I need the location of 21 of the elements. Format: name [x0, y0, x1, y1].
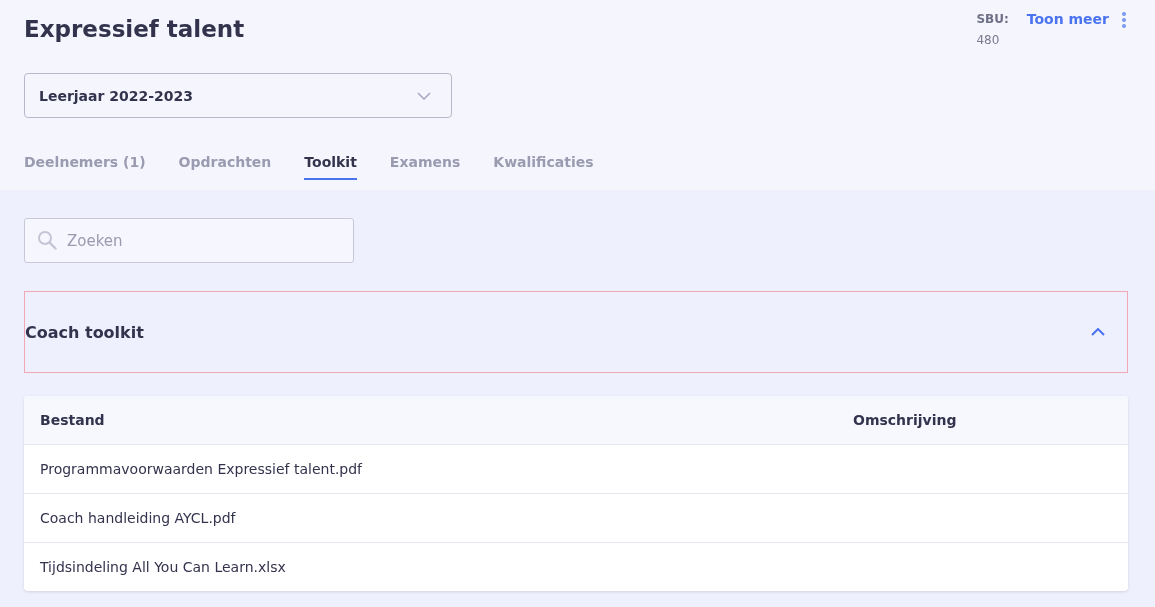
chevron-up-icon: [1091, 328, 1105, 336]
show-more-link[interactable]: Toon meer: [1026, 11, 1109, 27]
tab[interactable]: Toolkit: [304, 154, 357, 180]
tab[interactable]: Kwalificaties: [493, 154, 594, 180]
column-header: Bestand: [39, 412, 106, 428]
chevron-down-icon: [417, 91, 431, 100]
tab[interactable]: Opdrachten: [178, 154, 272, 180]
section-title: Coach toolkit: [25, 322, 144, 342]
sbu-value: 480: [976, 33, 1001, 47]
page-title: Expressief talent: [24, 16, 245, 42]
tab[interactable]: Examens: [389, 154, 461, 180]
sbu-label: SBU:: [976, 12, 1009, 26]
search-field[interactable]: Zoeken: [24, 218, 354, 263]
tab[interactable]: Deelnemers (1): [24, 154, 146, 180]
more-options-icon[interactable]: [1121, 11, 1127, 29]
year-dropdown[interactable]: Leerjaar 2022-2023: [24, 73, 452, 118]
table-cell-text: Coach handleiding AYCL.pdf: [39, 510, 237, 526]
table-cell-text: Tijdsindeling All You Can Learn.xlsx: [39, 559, 287, 575]
section-header[interactable]: Coach toolkit: [24, 291, 1128, 373]
table-cell-text: Programmavoorwaarden Expressief talent.pdf: [39, 461, 364, 477]
column-header: Omschrijving: [852, 412, 958, 428]
